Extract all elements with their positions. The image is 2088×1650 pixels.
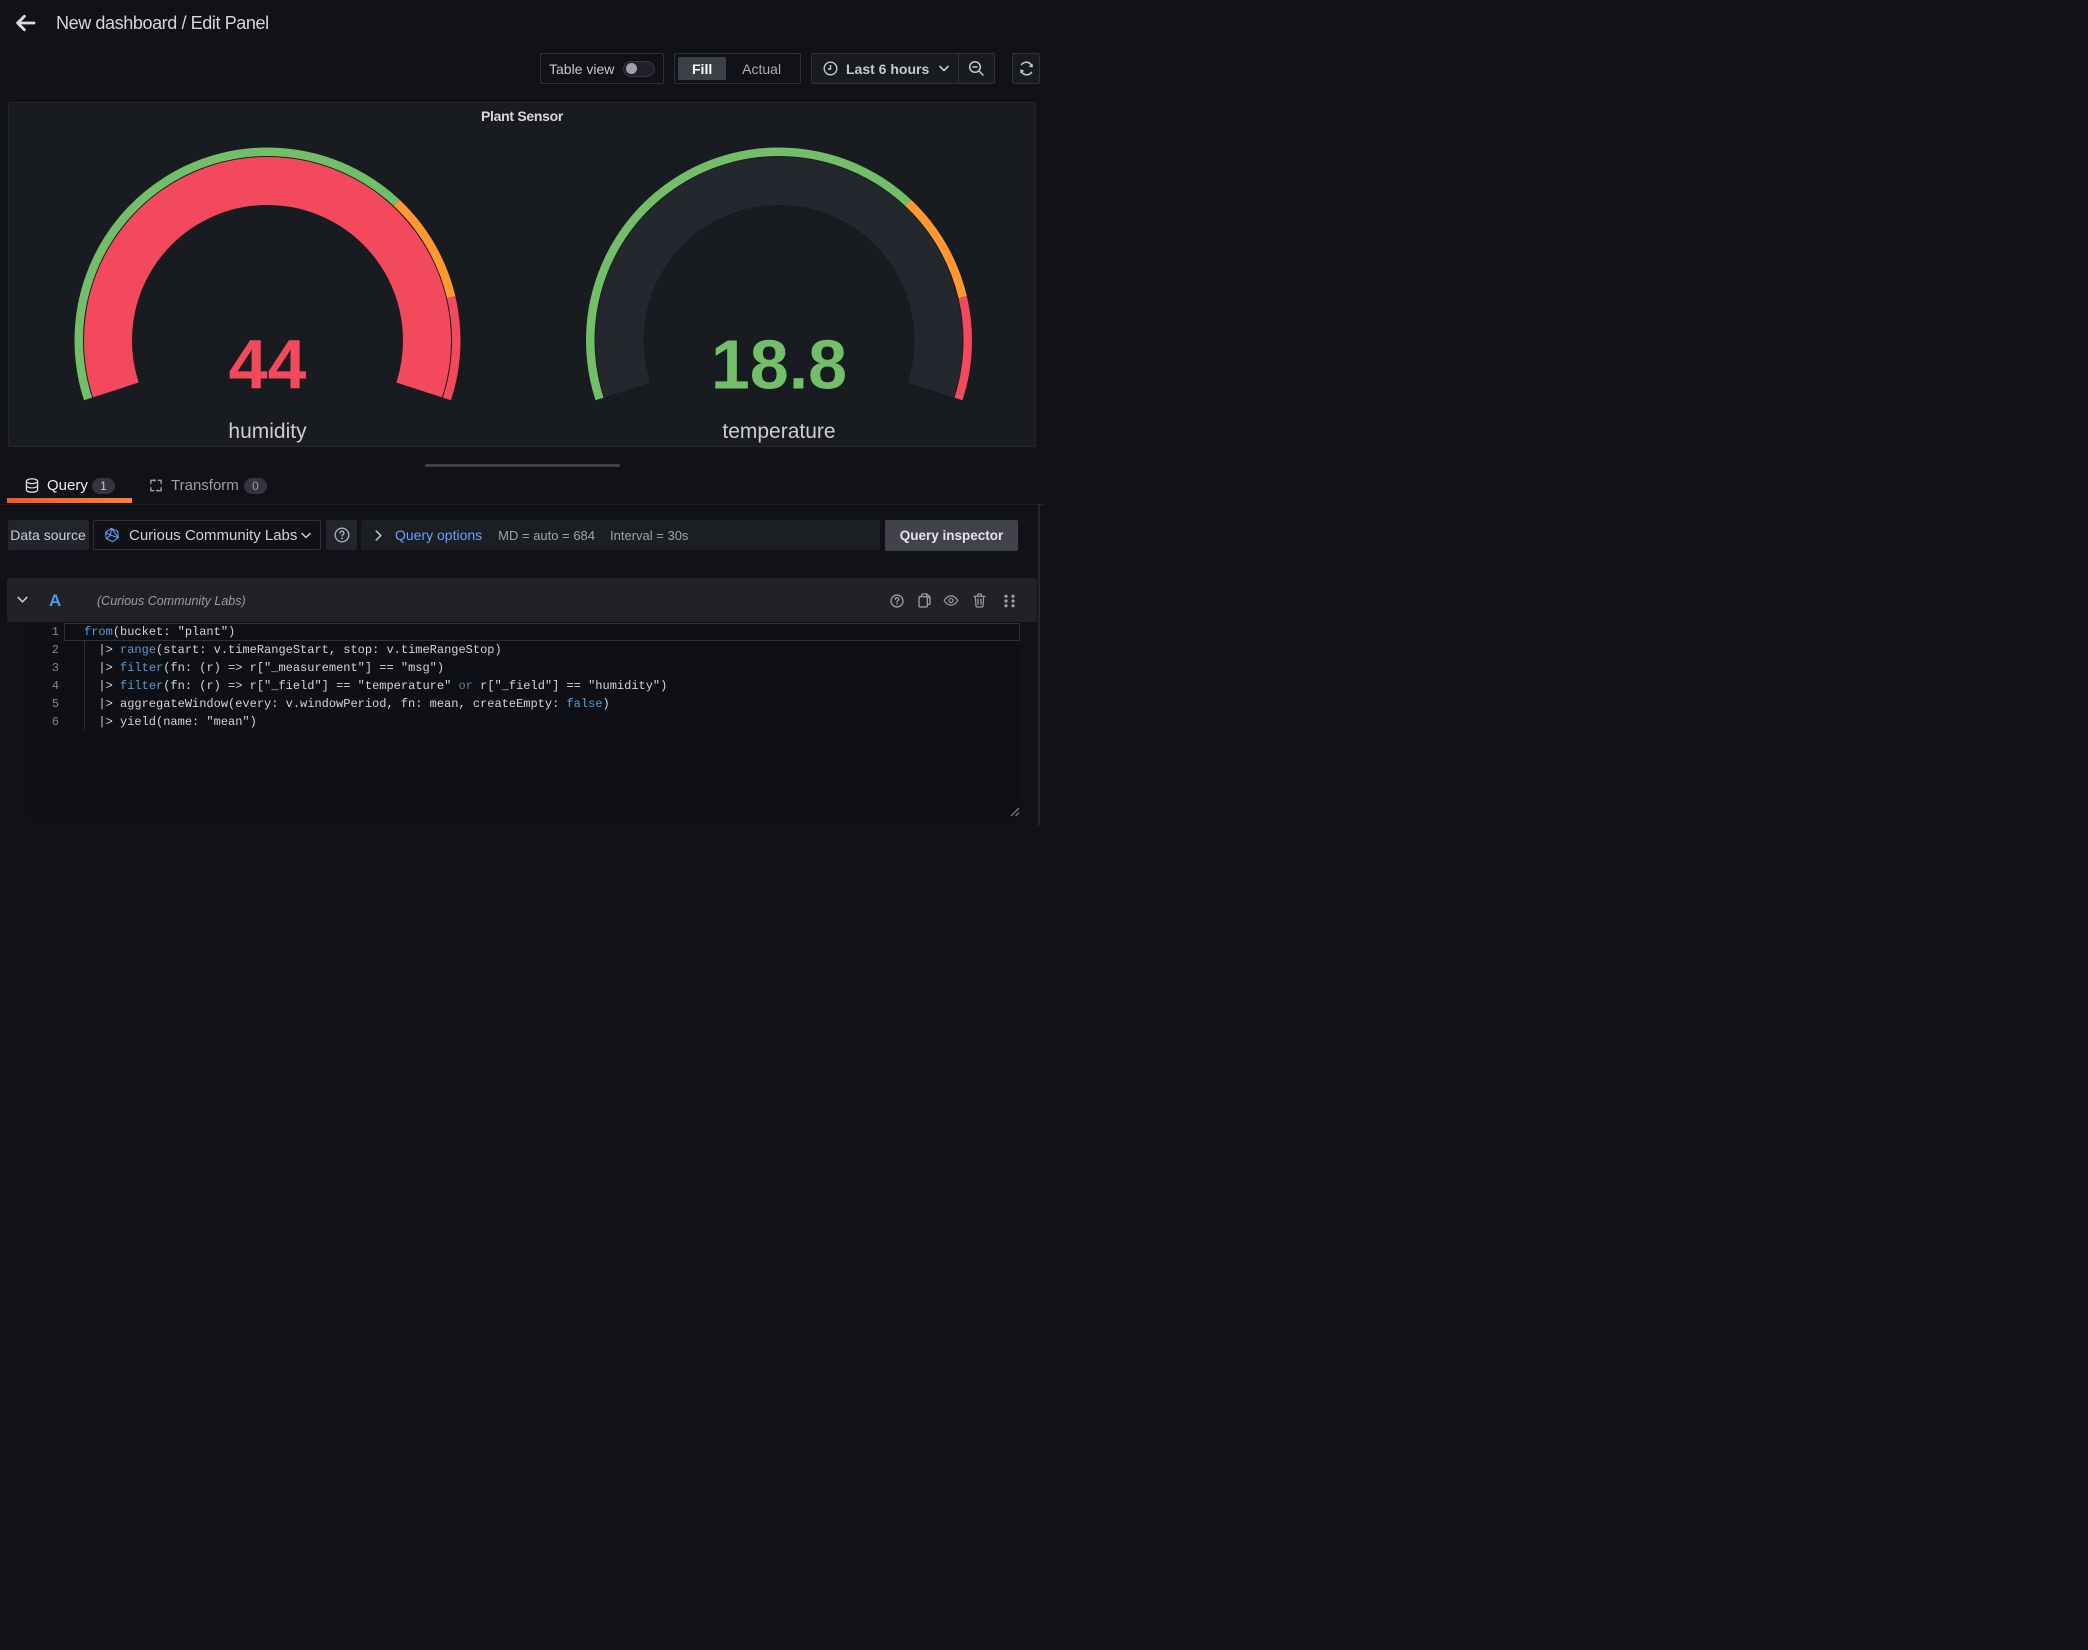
svg-text:44: 44 [229, 325, 307, 403]
svg-text:temperature: temperature [722, 420, 835, 443]
svg-text:18.8: 18.8 [711, 325, 847, 403]
svg-text:humidity: humidity [228, 420, 307, 443]
